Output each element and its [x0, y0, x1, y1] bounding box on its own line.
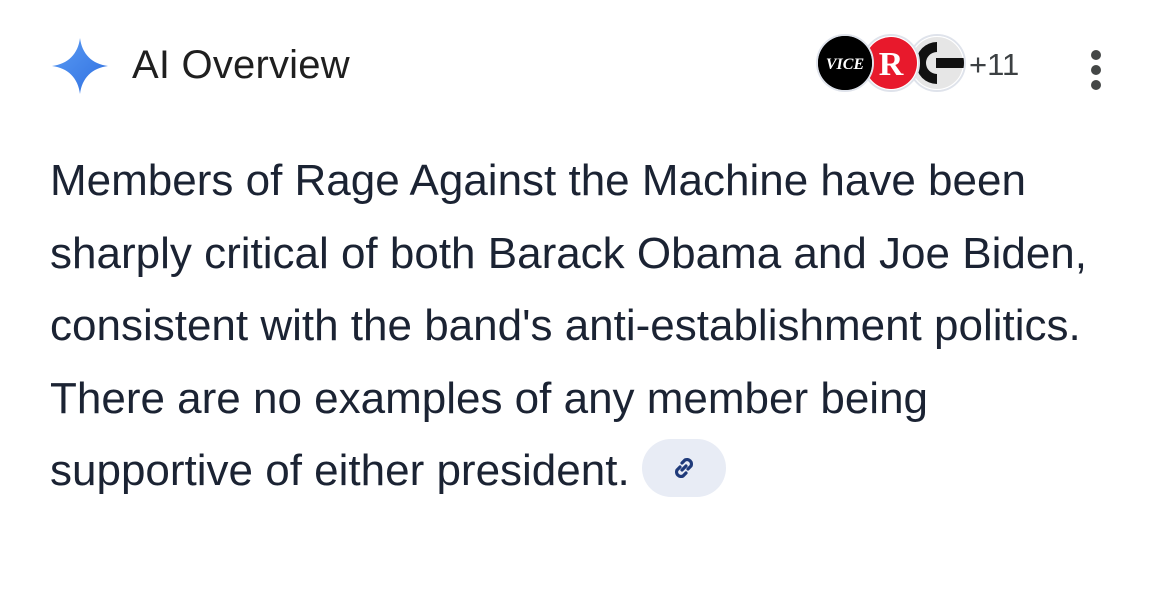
citation-link-button[interactable] — [641, 439, 726, 498]
ai-overview-title: AI Overview — [132, 43, 350, 87]
more-vert-icon-dot-top — [1091, 50, 1101, 60]
ai-overview-header: AI Overview VICE R C +11 — [0, 0, 1170, 130]
link-icon — [674, 458, 693, 479]
more-options-button[interactable] — [1076, 44, 1116, 92]
overview-text: Members of Rage Against the Machine have… — [50, 156, 1087, 495]
overview-paragraph: Members of Rage Against the Machine have… — [50, 145, 1130, 508]
r-logo-text: R — [879, 46, 904, 83]
more-vert-icon-dot-middle — [1091, 65, 1101, 75]
vice-logo-text: VICE — [826, 56, 864, 73]
gemini-sparkle-icon — [52, 38, 108, 94]
vice-logo-icon[interactable]: VICE — [816, 34, 874, 92]
more-sources-count[interactable]: +11 — [969, 45, 1019, 85]
source-favicons[interactable]: VICE R C — [816, 34, 976, 96]
more-vert-icon-dot-bottom — [1091, 80, 1101, 90]
